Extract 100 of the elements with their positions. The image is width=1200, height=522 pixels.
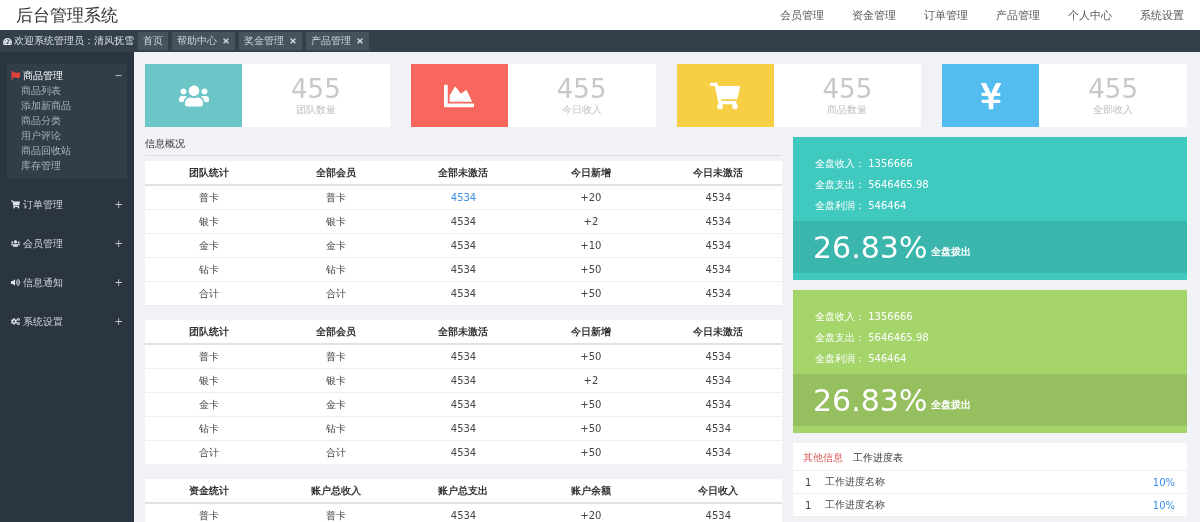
submenu-item[interactable]: 商品分类 <box>7 113 127 128</box>
table-cell: 银卡 <box>272 210 400 234</box>
nav-link[interactable]: 个人中心 <box>1068 7 1112 23</box>
column-header: 今日未激活 <box>654 161 782 186</box>
submenu-item[interactable]: 商品回收站 <box>7 143 127 158</box>
column-header: 账户总支出 <box>399 479 528 504</box>
table-cell: 普卡 <box>272 345 400 369</box>
table-cell: +20 <box>527 504 655 522</box>
column-header: 团队统计 <box>145 161 273 186</box>
column-header: 团队统计 <box>145 320 273 345</box>
summary-line: 全盘利润： 546464 <box>814 199 908 213</box>
summary-line: 全盘支出： 5646465.98 <box>814 178 930 192</box>
nav-link[interactable]: 资金管理 <box>852 7 896 23</box>
page-tab[interactable]: 奖金管理 <box>239 32 302 50</box>
table-cell: 银卡 <box>145 369 273 393</box>
column-header: 今日新增 <box>527 320 655 345</box>
section-title: 信息概况 <box>145 137 782 156</box>
table-cell: +50 <box>527 393 655 417</box>
table-cell: 钻卡 <box>145 417 273 441</box>
nav-link[interactable]: 产品管理 <box>996 7 1040 23</box>
menu-item[interactable]: 订单管理 <box>23 197 63 212</box>
table-cell: 普卡 <box>145 345 273 369</box>
table-cell: 4534 <box>399 258 528 282</box>
cart-icon <box>710 80 740 111</box>
table-cell: 4534 <box>654 186 782 210</box>
menu-item[interactable]: 商品管理 <box>23 68 63 83</box>
submenu-item[interactable]: 用户评论 <box>7 128 127 143</box>
close-icon[interactable] <box>222 37 230 45</box>
table-cell: 金卡 <box>272 234 400 258</box>
table-cell: 合计 <box>145 441 273 465</box>
menu-item[interactable]: 系统设置 <box>23 314 63 329</box>
flag-icon <box>11 71 20 80</box>
table-cell: +50 <box>527 441 655 465</box>
table-cell: 金卡 <box>145 393 273 417</box>
table-cell: +20 <box>527 186 655 210</box>
table-cell: 4534 <box>654 345 782 369</box>
toggle-sign[interactable]: + <box>114 277 123 288</box>
task-name: 工作进度名称 <box>825 498 886 512</box>
table-cell: 4534 <box>399 234 528 258</box>
table-cell: 4534 <box>399 210 528 234</box>
users-icon <box>11 239 20 248</box>
column-header: 今日收入 <box>654 479 782 504</box>
nav-link[interactable]: 订单管理 <box>924 7 968 23</box>
table-cell: 合计 <box>145 282 273 306</box>
page-tab[interactable]: 首页 <box>138 32 168 50</box>
table-cell: 4534 <box>654 393 782 417</box>
nav-link[interactable]: 系统设置 <box>1140 7 1184 23</box>
column-header: 全部会员 <box>272 320 400 345</box>
table-cell: 4534 <box>654 258 782 282</box>
table-cell: 金卡 <box>272 393 400 417</box>
summary-line: 全盘收入： 1356666 <box>814 157 914 171</box>
column-header: 账户余额 <box>527 479 655 504</box>
table-cell: 4534 <box>399 393 528 417</box>
table-cell: 4534 <box>654 369 782 393</box>
table-cell: 合计 <box>272 441 400 465</box>
close-icon[interactable] <box>289 37 297 45</box>
app-title: 后台管理系统 <box>16 3 118 27</box>
table-cell: +2 <box>527 369 655 393</box>
table-cell: 4534 <box>654 441 782 465</box>
toggle-sign[interactable]: + <box>114 316 123 327</box>
percent-value: 26.83% <box>813 229 928 265</box>
speaker-icon <box>11 278 20 287</box>
nav-link[interactable]: 会员管理 <box>780 7 824 23</box>
summary-line: 全盘支出： 5646465.98 <box>814 331 930 345</box>
table-cell: +2 <box>527 210 655 234</box>
table-cell: 4534 <box>654 417 782 441</box>
table-cell: 4534 <box>654 210 782 234</box>
table-cell: +10 <box>527 234 655 258</box>
column-header: 今日新增 <box>527 161 655 186</box>
table-cell: +50 <box>527 417 655 441</box>
table-cell: 4534 <box>399 369 528 393</box>
table-cell: +50 <box>527 258 655 282</box>
menu-item[interactable]: 会员管理 <box>23 236 63 251</box>
submenu-item[interactable]: 库存管理 <box>7 158 127 173</box>
toggle-sign[interactable]: − <box>114 70 123 81</box>
submenu-item[interactable]: 商品列表 <box>7 83 127 98</box>
toggle-sign[interactable]: + <box>114 199 123 210</box>
column-header: 账户总收入 <box>272 479 400 504</box>
panel-tab[interactable]: 其他信息 <box>803 451 843 465</box>
cart-icon <box>11 200 20 209</box>
page-tab[interactable]: 帮助中心 <box>172 32 235 50</box>
summary-line: 全盘利润： 546464 <box>814 352 908 366</box>
submenu-item[interactable]: 添加新商品 <box>7 98 127 113</box>
column-header: 全部会员 <box>272 161 400 186</box>
table-cell: 普卡 <box>145 186 273 210</box>
progress-value: 10% <box>1152 499 1175 511</box>
panel-tab[interactable]: 工作进度表 <box>853 451 903 465</box>
column-header: 全部未激活 <box>399 161 528 186</box>
page-tab[interactable]: 产品管理 <box>306 32 369 50</box>
table-cell: 银卡 <box>272 369 400 393</box>
toggle-sign[interactable]: + <box>114 238 123 249</box>
table-cell: 4534 <box>399 441 528 465</box>
table-cell: +50 <box>527 345 655 369</box>
table-cell: 4534 <box>399 345 528 369</box>
menu-item[interactable]: 信息通知 <box>23 275 63 290</box>
table-cell: 普卡 <box>272 186 400 210</box>
table-cell: 普卡 <box>145 504 273 522</box>
close-icon[interactable] <box>356 37 364 45</box>
table-cell: 4534 <box>399 504 528 522</box>
progress-value: 10% <box>1152 476 1175 488</box>
